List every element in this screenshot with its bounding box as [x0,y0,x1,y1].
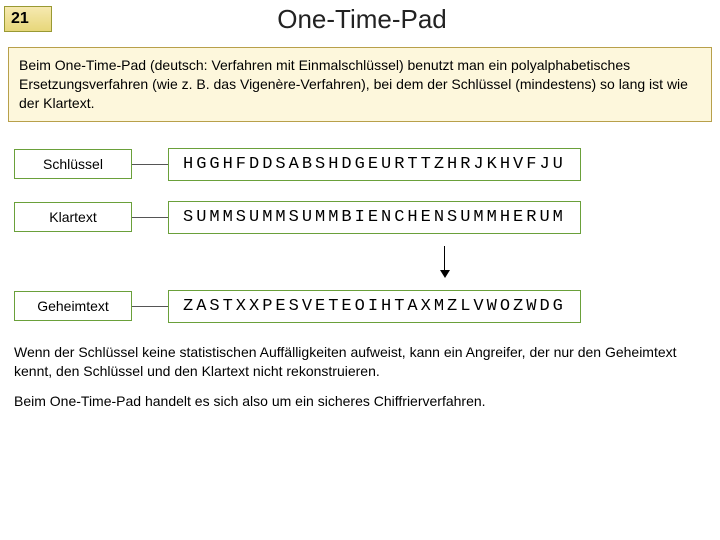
label-plaintext: Klartext [14,202,132,232]
row-plaintext: Klartext SUMMSUMMSUMMBIENCHENSUMMHERUM [14,201,706,234]
row-ciphertext: Geheimtext ZASTXXPESVETEOIHTAXMZLVWOZWDG [14,290,706,323]
paragraph-conclusion: Beim One-Time-Pad handelt es sich also u… [14,392,706,411]
connector-line [132,217,168,218]
paragraph-security: Wenn der Schlüssel keine statistischen A… [14,343,706,381]
label-key: Schlüssel [14,149,132,179]
slide-header: 21 One-Time-Pad [0,0,720,35]
value-ciphertext: ZASTXXPESVETEOIHTAXMZLVWOZWDG [168,290,581,323]
value-key: HGGHFDDSABSHDGEURTTZHRJKHVFJU [168,148,581,181]
connector-line [132,306,168,307]
slide-title: One-Time-Pad [52,0,720,35]
arrow-line [444,246,445,272]
slide-number: 21 [4,6,52,32]
cipher-rows: Schlüssel HGGHFDDSABSHDGEURTTZHRJKHVFJU … [14,148,706,323]
row-key: Schlüssel HGGHFDDSABSHDGEURTTZHRJKHVFJU [14,148,706,181]
label-ciphertext: Geheimtext [14,291,132,321]
connector-line [132,164,168,165]
arrow-down [14,246,706,280]
value-plaintext: SUMMSUMMSUMMBIENCHENSUMMHERUM [168,201,581,234]
arrow-head-icon [440,270,450,278]
intro-box: Beim One-Time-Pad (deutsch: Verfahren mi… [8,47,712,122]
